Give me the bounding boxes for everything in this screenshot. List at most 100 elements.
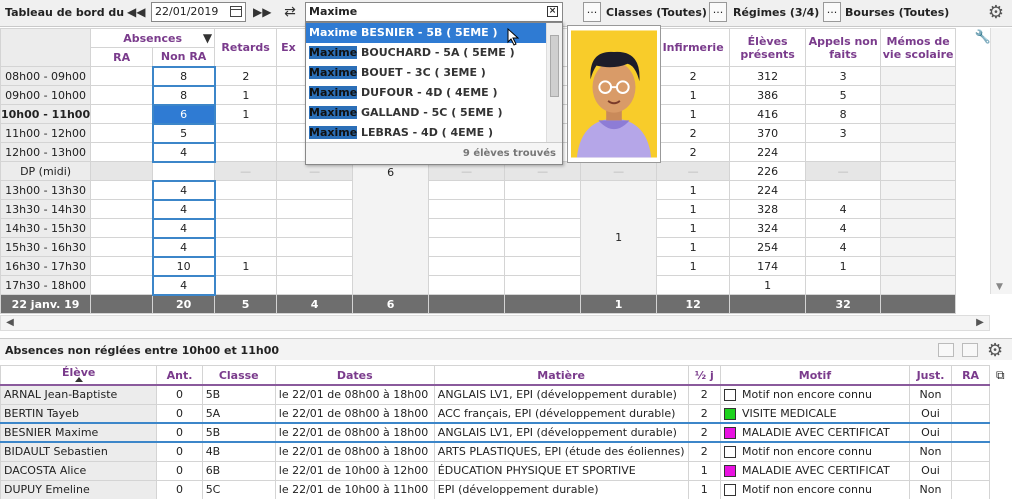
grid-cell[interactable]: [428, 199, 506, 219]
ra-cell[interactable]: [90, 123, 154, 143]
infirmerie-cell[interactable]: 1: [656, 199, 731, 219]
grid-cell[interactable]: —: [580, 161, 658, 181]
memos-cell[interactable]: [880, 180, 957, 200]
ra-column-header[interactable]: RA: [951, 365, 990, 386]
dates-cell[interactable]: le 22/01 de 08h00 à 18h00: [274, 441, 435, 462]
nonra-cell[interactable]: 10: [151, 255, 216, 277]
ra-cell[interactable]: [90, 237, 154, 257]
just-column-header[interactable]: Just.: [908, 365, 953, 386]
refresh-icon[interactable]: ⇄: [281, 2, 299, 22]
ra-cell[interactable]: [90, 218, 154, 238]
memos-cell[interactable]: [880, 66, 957, 86]
matiere-cell[interactable]: ÉDUCATION PHYSIQUE ET SPORTIVE: [433, 460, 689, 481]
ra-cell[interactable]: [951, 479, 990, 499]
student-search-dropdown[interactable]: Maxime BESNIER - 5B ( 5EME ) Maxime BOUCH…: [305, 22, 563, 165]
infirmerie-cell[interactable]: 2: [656, 142, 731, 162]
ex-cell[interactable]: [276, 180, 354, 200]
just-cell[interactable]: Oui: [908, 403, 953, 424]
motif-cell[interactable]: MALADIE AVEC CERTIFICAT: [720, 460, 910, 481]
appels-non-faits-cell[interactable]: [805, 142, 882, 162]
appels-non-faits-cell[interactable]: [805, 275, 882, 295]
appels-non-faits-cell[interactable]: 5: [805, 85, 882, 105]
nonra-cell[interactable]: 4: [151, 198, 216, 220]
dates-cell[interactable]: le 22/01 de 08h00 à 18h00: [274, 422, 435, 443]
eleves-presents-header[interactable]: Élèves présents: [729, 28, 807, 67]
infirmerie-cell[interactable]: —: [656, 161, 731, 181]
appels-non-faits-cell[interactable]: —: [805, 161, 882, 181]
classe-cell[interactable]: 6B: [201, 460, 276, 481]
scroll-down-icon[interactable]: ▼: [996, 282, 1003, 292]
retards-cell[interactable]: 1: [214, 85, 278, 105]
infirmerie-cell[interactable]: 1: [656, 85, 731, 105]
just-cell[interactable]: Oui: [908, 460, 953, 481]
grid-horizontal-scrollbar[interactable]: ◀ ▶: [0, 315, 990, 331]
infirmerie-cell[interactable]: 2: [656, 123, 731, 143]
matiere-cell[interactable]: ACC français, EPI (développement durable…: [433, 403, 689, 424]
dropdown-item-student[interactable]: Maxime BOUCHARD - 5A ( 5EME ): [306, 43, 546, 63]
memos-cell[interactable]: [880, 256, 957, 276]
appels-non-faits-header[interactable]: Appels non faits: [805, 28, 882, 67]
ra-cell[interactable]: [90, 66, 154, 86]
dropdown-item-student[interactable]: Maxime GALLAND - 5C ( 5EME ): [306, 103, 546, 123]
retards-cell[interactable]: 1: [214, 104, 278, 124]
dropdown-item-student[interactable]: Maxime BOUET - 3C ( 3EME ): [306, 63, 546, 83]
grid-vertical-scrollbar[interactable]: ▼: [990, 28, 1012, 294]
infirmerie-cell[interactable]: [656, 275, 731, 295]
retards-cell[interactable]: 2: [214, 66, 278, 86]
motif-cell[interactable]: Motif non encore connu: [720, 384, 910, 405]
memos-cell[interactable]: [880, 123, 957, 143]
just-cell[interactable]: Non: [908, 384, 953, 405]
motif-cell[interactable]: Motif non encore connu: [720, 479, 910, 499]
retards-cell[interactable]: [214, 180, 278, 200]
grid-cell[interactable]: [428, 218, 506, 238]
eleve-cell[interactable]: DUPUY Emeline: [0, 479, 158, 499]
clear-search-icon[interactable]: ×: [547, 6, 558, 17]
classe-cell[interactable]: 4B: [201, 441, 276, 462]
grid-cell[interactable]: [428, 275, 506, 295]
nonra-cell[interactable]: 4: [151, 141, 216, 163]
ant-cell[interactable]: 0: [156, 479, 203, 499]
eleves-presents-cell[interactable]: 1: [729, 275, 807, 295]
infirmerie-header[interactable]: Infirmerie: [656, 28, 731, 67]
eleves-presents-cell[interactable]: 254: [729, 237, 807, 257]
nonra-cell[interactable]: 6: [151, 103, 216, 125]
ant-cell[interactable]: 0: [156, 422, 203, 443]
grid-cell[interactable]: [504, 199, 582, 219]
appels-non-faits-cell[interactable]: [805, 180, 882, 200]
demi-journee-cell[interactable]: 2: [687, 441, 722, 462]
eleves-presents-cell[interactable]: 386: [729, 85, 807, 105]
ex-cell[interactable]: [276, 199, 354, 219]
grid-cell[interactable]: [428, 180, 506, 200]
memos-cell[interactable]: [880, 237, 957, 257]
demi-journee-cell[interactable]: 2: [687, 422, 722, 443]
eleves-presents-cell[interactable]: 328: [729, 199, 807, 219]
memos-cell[interactable]: [880, 218, 957, 238]
retards-cell[interactable]: [214, 123, 278, 143]
retards-header[interactable]: Retards: [214, 28, 278, 67]
dates-cell[interactable]: le 22/01 de 08h00 à 18h00: [274, 384, 435, 405]
eleve-cell[interactable]: BERTIN Tayeb: [0, 403, 158, 424]
motif-cell[interactable]: VISITE MEDICALE: [720, 403, 910, 424]
dropdown-item-student[interactable]: Maxime DUFOUR - 4D ( 4EME ): [306, 83, 546, 103]
merged-cell-1[interactable]: 1: [580, 180, 658, 295]
card-view-icon[interactable]: [962, 343, 978, 357]
ra-cell[interactable]: [90, 256, 154, 276]
memos-cell[interactable]: [880, 161, 957, 181]
nonra-header[interactable]: Non RA: [152, 47, 216, 67]
absence-row[interactable]: ARNAL Jean-Baptiste 0 5B le 22/01 de 08h00 …: [0, 384, 990, 405]
dropdown-scrollbar[interactable]: [546, 23, 562, 143]
calendar-icon[interactable]: [230, 6, 242, 17]
next-day-button[interactable]: ▶▶: [253, 2, 271, 22]
eleves-presents-cell[interactable]: 224: [729, 142, 807, 162]
absences-settings-gear-icon[interactable]: ⚙: [987, 340, 1003, 361]
ant-cell[interactable]: 0: [156, 441, 203, 462]
classe-cell[interactable]: 5C: [201, 479, 276, 499]
demi-journee-column-header[interactable]: ½ j: [687, 365, 722, 386]
grid-cell[interactable]: [504, 218, 582, 238]
retards-cell[interactable]: [214, 218, 278, 238]
grid-cell[interactable]: [504, 275, 582, 295]
eleve-cell[interactable]: DACOSTA Alice: [0, 460, 158, 481]
nonra-cell[interactable]: 4: [151, 217, 216, 239]
memos-cell[interactable]: [880, 275, 957, 295]
appels-non-faits-cell[interactable]: 3: [805, 123, 882, 143]
